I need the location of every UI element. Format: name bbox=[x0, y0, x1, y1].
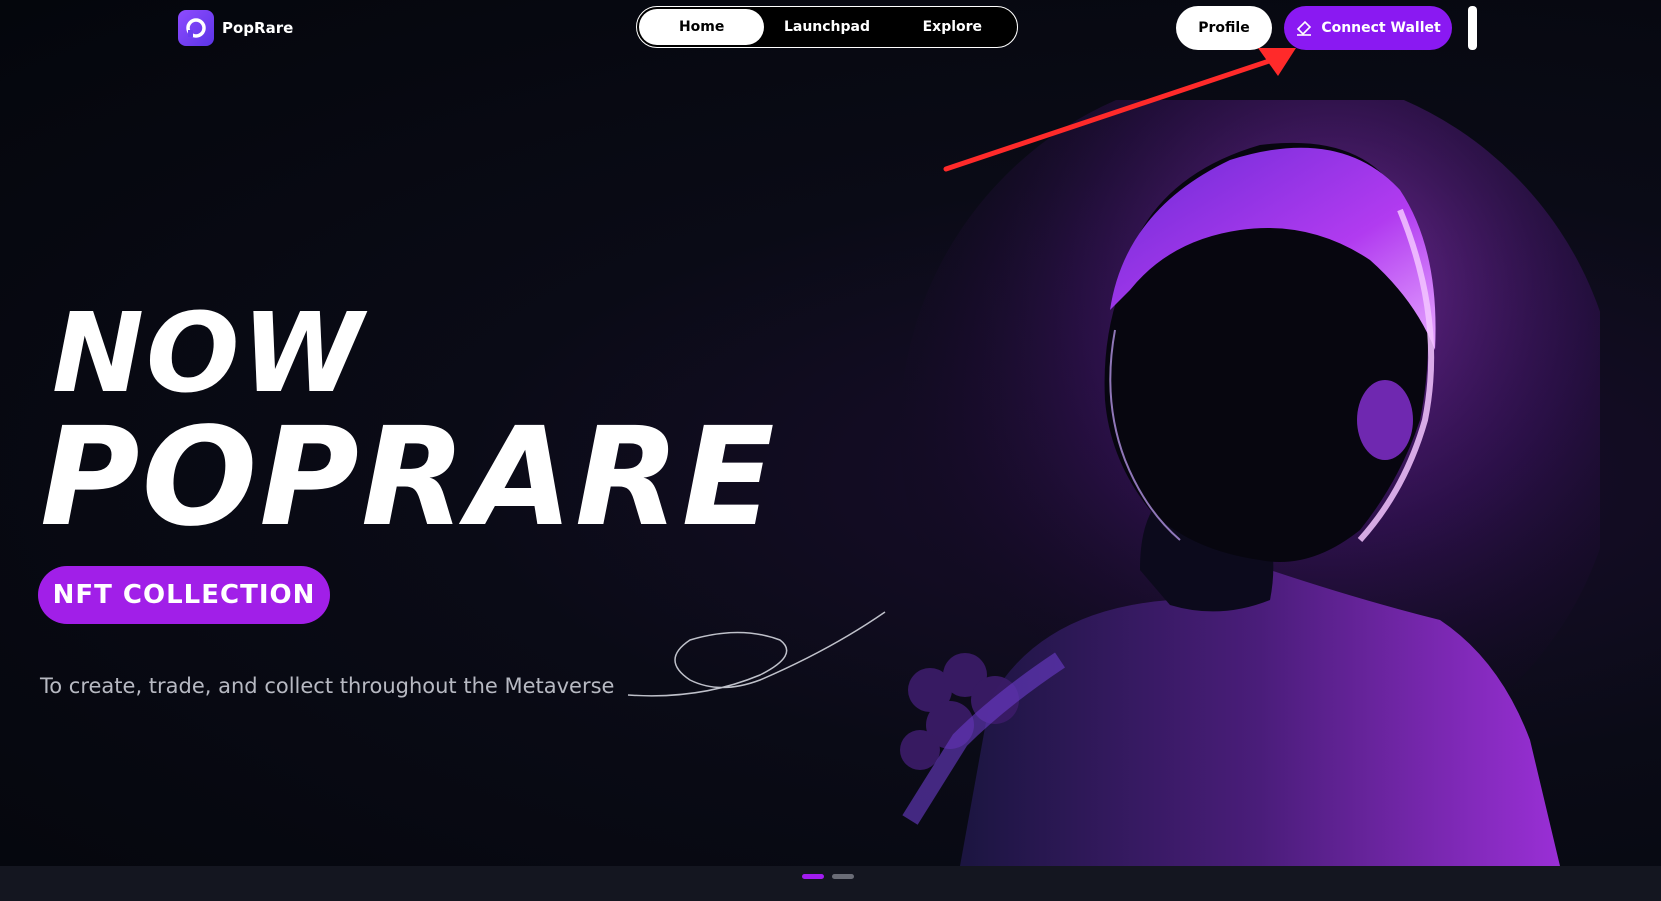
main-nav: Home Launchpad Explore bbox=[636, 6, 1018, 48]
hero-figure-illustration bbox=[900, 100, 1600, 866]
carousel-bar bbox=[0, 866, 1661, 901]
brand-name: PopRare bbox=[222, 19, 294, 37]
tab-home[interactable]: Home bbox=[639, 9, 765, 45]
profile-button[interactable]: Profile bbox=[1176, 6, 1272, 50]
tab-launchpad[interactable]: Launchpad bbox=[764, 9, 889, 45]
carousel-dot-1[interactable] bbox=[802, 874, 824, 879]
connect-wallet-label: Connect Wallet bbox=[1321, 20, 1441, 36]
nft-collection-badge: NFT COLLECTION bbox=[38, 566, 330, 624]
headline-line-1: NOW bbox=[52, 289, 365, 417]
connect-wallet-button[interactable]: Connect Wallet bbox=[1284, 6, 1452, 50]
carousel-dot-2[interactable] bbox=[832, 874, 854, 879]
carousel-indicators bbox=[802, 874, 854, 879]
hero-tagline: To create, trade, and collect throughout… bbox=[40, 674, 615, 698]
headline-line-2: POPRARE bbox=[40, 399, 777, 557]
hero-banner: NOW POPRARE NFT COLLECTION To create, tr… bbox=[0, 0, 1661, 866]
tab-explore[interactable]: Explore bbox=[890, 9, 1015, 45]
page: NOW POPRARE NFT COLLECTION To create, tr… bbox=[0, 0, 1661, 901]
brand-logo[interactable]: PopRare bbox=[178, 10, 293, 46]
diamond-icon bbox=[1297, 20, 1312, 36]
poprare-logo-icon bbox=[178, 10, 214, 46]
menu-handle[interactable] bbox=[1468, 6, 1477, 50]
